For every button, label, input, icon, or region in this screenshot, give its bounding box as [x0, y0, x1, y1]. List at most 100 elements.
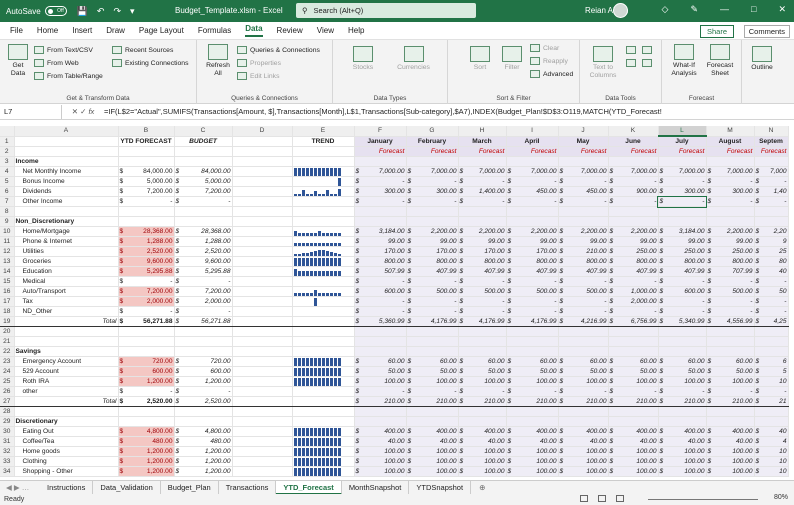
month-value[interactable]: $407.99	[506, 266, 559, 277]
month-value[interactable]: $100.00	[658, 376, 707, 387]
row-header[interactable]: 24	[0, 366, 15, 377]
month-value[interactable]	[558, 216, 609, 227]
ytd-value[interactable]: $ -	[118, 276, 175, 287]
month-value[interactable]: $60.00	[558, 356, 609, 367]
budget-value[interactable]: $1,200.00	[174, 466, 233, 477]
sheet-tab-monthsnapshot[interactable]: MonthSnapshot	[342, 480, 410, 495]
row-header[interactable]: 26	[0, 386, 15, 397]
month-value[interactable]: $ -	[458, 296, 507, 307]
month-value[interactable]: $60.00	[406, 356, 459, 367]
month-value[interactable]: $407.99	[458, 266, 507, 277]
month-value[interactable]: $ -	[658, 176, 707, 187]
trend-sparkline[interactable]	[292, 246, 355, 257]
row-header[interactable]: 22	[0, 346, 15, 357]
column-header-i[interactable]: I	[506, 126, 559, 137]
spreadsheet-grid[interactable]: A B C D E F G H I J K L M N 1 YTD FORECAST BUDGET TREND Ja…	[0, 126, 794, 480]
worksheet-table[interactable]: A B C D E F G H I J K L M N 1 YTD FORECAST BUDGET TREND Ja…	[0, 126, 789, 477]
month-value[interactable]: $210.00	[706, 396, 755, 407]
month-value[interactable]: $4,176.99	[458, 316, 507, 327]
ytd-value[interactable]: $5,295.88	[118, 266, 175, 277]
month-value[interactable]	[608, 416, 659, 427]
ytd-value[interactable]: $2,000.00	[118, 296, 175, 307]
month-value[interactable]: $50.00	[558, 366, 609, 377]
budget-value[interactable]: $9,600.00	[174, 256, 233, 267]
forecast-label[interactable]: Forecast	[506, 146, 559, 157]
month-value[interactable]: $2,20	[754, 226, 789, 237]
month-value[interactable]	[458, 416, 507, 427]
month-value[interactable]	[608, 326, 659, 337]
month-value[interactable]: $99.00	[658, 236, 707, 247]
month-header[interactable]: April	[506, 136, 559, 147]
trend-header[interactable]: TREND	[292, 136, 355, 147]
month-value[interactable]: $ -	[658, 386, 707, 397]
cell[interactable]	[232, 236, 293, 247]
month-value[interactable]	[406, 406, 459, 417]
month-value[interactable]: $ -	[706, 176, 755, 187]
month-value[interactable]: $ -	[406, 306, 459, 317]
month-value[interactable]: $50.00	[406, 366, 459, 377]
month-value[interactable]: $800.00	[506, 256, 559, 267]
month-value[interactable]: $ -	[558, 296, 609, 307]
budget-value[interactable]	[174, 206, 233, 217]
month-value[interactable]: $407.99	[608, 266, 659, 277]
budget-value[interactable]: $28,368.00	[174, 226, 233, 237]
row-header[interactable]: 8	[0, 206, 15, 217]
month-value[interactable]: $100.00	[354, 446, 407, 457]
tab-file[interactable]: File	[10, 26, 23, 35]
budget-value[interactable]	[174, 346, 233, 357]
month-header[interactable]: March	[458, 136, 507, 147]
flash-fill-button[interactable]	[626, 46, 636, 54]
row-header[interactable]: 29	[0, 416, 15, 427]
month-value[interactable]: $2,200.00	[506, 226, 559, 237]
month-value[interactable]: $ -	[658, 296, 707, 307]
zoom-slider[interactable]	[648, 499, 758, 500]
cell[interactable]	[232, 276, 293, 287]
cell[interactable]	[232, 426, 293, 437]
month-value[interactable]: $40.00	[558, 436, 609, 447]
row-label[interactable]: Non_Discretionary	[14, 216, 119, 227]
recent-sources-button[interactable]: Recent Sources	[112, 46, 173, 54]
trend-sparkline[interactable]	[292, 306, 355, 317]
month-value[interactable]	[506, 406, 559, 417]
month-value[interactable]	[506, 206, 559, 217]
row-label[interactable]: Emergency Account	[14, 356, 119, 367]
cell[interactable]	[232, 166, 293, 177]
cell[interactable]	[232, 386, 293, 397]
month-value[interactable]	[754, 416, 789, 427]
trend-sparkline[interactable]	[292, 346, 355, 357]
month-value[interactable]	[406, 156, 459, 167]
month-value[interactable]: $100.00	[406, 456, 459, 467]
month-value[interactable]: $60.00	[706, 356, 755, 367]
consolidate-button[interactable]	[642, 59, 652, 67]
month-value[interactable]: $300.00	[354, 186, 407, 197]
ytd-value[interactable]	[118, 406, 175, 417]
ytd-value[interactable]: $1,200.00	[118, 466, 175, 477]
get-data-button[interactable]: Get Data	[6, 44, 30, 78]
trend-sparkline[interactable]	[292, 166, 355, 177]
month-value[interactable]	[354, 336, 407, 347]
month-value[interactable]: $10	[754, 466, 789, 477]
ytd-value[interactable]: $7,200.00	[118, 286, 175, 297]
budget-value[interactable]: $2,000.00	[174, 296, 233, 307]
row-header[interactable]: 9	[0, 216, 15, 227]
row-label[interactable]	[14, 206, 119, 217]
existing-connections-button[interactable]: Existing Connections	[112, 59, 188, 67]
tab-view[interactable]: View	[317, 26, 334, 35]
month-value[interactable]	[506, 336, 559, 347]
month-value[interactable]: $407.99	[658, 266, 707, 277]
trend-sparkline[interactable]	[292, 436, 355, 447]
month-value[interactable]: $210.00	[608, 396, 659, 407]
month-value[interactable]: $800.00	[558, 256, 609, 267]
row-label[interactable]	[14, 336, 119, 347]
month-value[interactable]	[608, 156, 659, 167]
month-value[interactable]: $900.00	[608, 186, 659, 197]
cell[interactable]	[232, 326, 293, 337]
ytd-value[interactable]: $84,000.00	[118, 166, 175, 177]
month-value[interactable]	[558, 416, 609, 427]
month-value[interactable]	[706, 206, 755, 217]
row-label[interactable]: Other Income	[14, 196, 119, 207]
month-value[interactable]: $100.00	[558, 466, 609, 477]
month-header[interactable]: August	[706, 136, 755, 147]
month-value[interactable]: $7,000.00	[354, 166, 407, 177]
month-value[interactable]: $ -	[558, 386, 609, 397]
